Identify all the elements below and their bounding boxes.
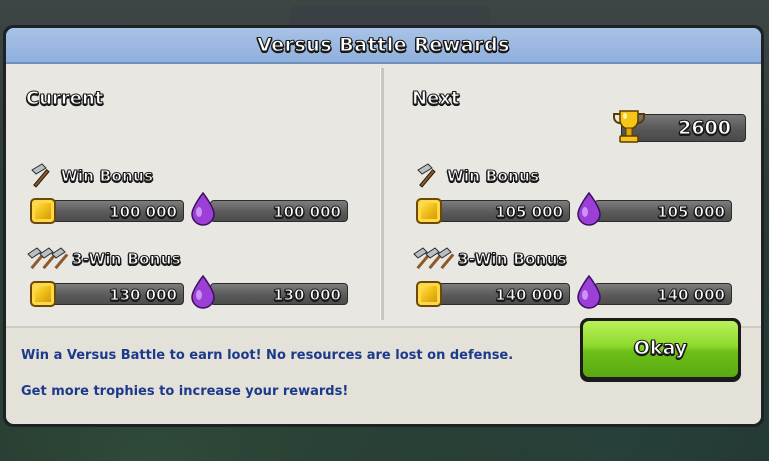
next-three-win-gold-value: 140 000 — [430, 283, 570, 305]
current-three-win-elixir-value: 130 000 — [210, 283, 348, 305]
gold-coin-icon — [416, 198, 442, 224]
hammer-icon — [417, 163, 436, 188]
dialog-title: Versus Battle Rewards — [257, 34, 510, 57]
next-three-win-bonus-label: 3-Win Bonus — [458, 250, 568, 269]
current-win-elixir-value: 100 000 — [210, 200, 348, 222]
triple-hammer-icon — [413, 247, 455, 270]
next-heading: Next — [412, 88, 460, 110]
next-win-gold-value: 105 000 — [430, 200, 570, 222]
current-win-gold-value: 100 000 — [44, 200, 184, 222]
next-win-bonus-label: Win Bonus — [446, 167, 540, 186]
next-win-elixir-value: 105 000 — [594, 200, 732, 222]
title-bar: Versus Battle Rewards — [6, 28, 761, 64]
current-win-bonus-label: Win Bonus — [60, 167, 154, 186]
current-three-win-bonus-label: 3-Win Bonus — [72, 250, 182, 269]
elixir-drop-icon — [191, 192, 215, 226]
triple-hammer-icon — [27, 247, 69, 270]
elixir-drop-icon — [191, 275, 215, 309]
current-rewards-panel: Current Win Bonus 100 000 100 000 3-Win … — [6, 64, 382, 326]
gold-coin-icon — [30, 281, 56, 307]
gold-coin-icon — [416, 281, 442, 307]
current-heading: Current — [25, 88, 104, 110]
trophy-icon — [612, 110, 646, 143]
current-three-win-gold-value: 130 000 — [44, 283, 184, 305]
next-rewards-panel: Next 2600 Win Bonus 105 000 105 000 3-Wi… — [384, 64, 761, 326]
hammer-icon — [31, 163, 50, 188]
elixir-drop-icon — [577, 192, 601, 226]
elixir-drop-icon — [577, 275, 601, 309]
next-three-win-elixir-value: 140 000 — [594, 283, 732, 305]
info-line-loot: Win a Versus Battle to earn loot! No res… — [21, 348, 514, 363]
okay-button[interactable]: Okay — [580, 318, 741, 382]
info-line-trophies: Get more trophies to increase your rewar… — [21, 384, 349, 399]
gold-coin-icon — [30, 198, 56, 224]
okay-button-label: Okay — [583, 321, 738, 377]
